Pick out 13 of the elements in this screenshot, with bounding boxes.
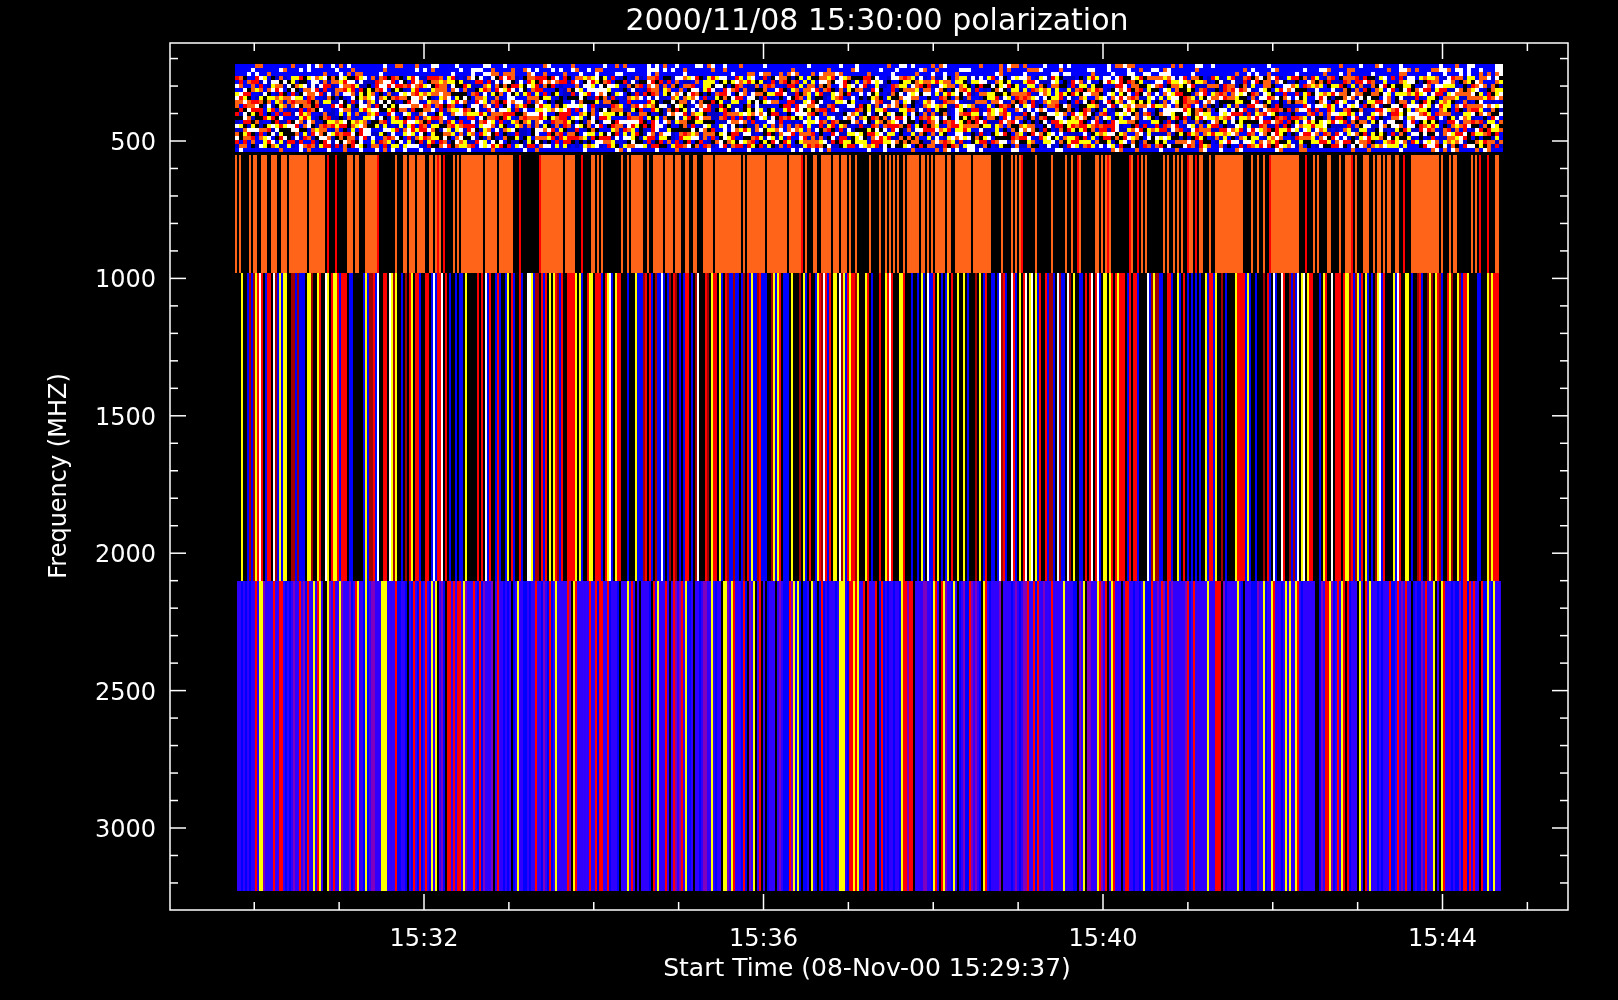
tick-label: 500 — [110, 128, 156, 156]
tick-label: 2000 — [94, 540, 156, 569]
tick-label: 1500 — [94, 402, 156, 431]
tick-label: 15:36 — [728, 924, 799, 952]
tick-label: 3000 — [94, 815, 156, 843]
tick-label: 2500 — [94, 677, 156, 706]
axis-label: Frequency (MHZ) — [44, 373, 72, 579]
tick-label: 15:44 — [1407, 924, 1478, 952]
tick-label: 15:40 — [1068, 924, 1138, 952]
tick-label: 1000 — [94, 265, 156, 294]
axis-label: Start Time (08-Nov-00 15:29:37) — [663, 953, 1071, 982]
tick-label: 15:32 — [389, 924, 459, 952]
chart-title: 2000/11/08 15:30:00 polarization — [625, 2, 1129, 37]
